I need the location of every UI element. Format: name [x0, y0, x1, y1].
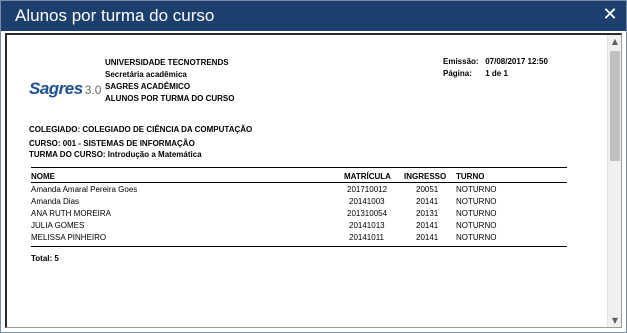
dialog-titlebar: Alunos por turma do curso ✕	[1, 1, 626, 31]
cell-nome: Amanda Amaral Pereira Goes	[31, 185, 138, 194]
col-header-turno: TURNO	[456, 172, 485, 181]
table-row: Amanda Amaral Pereira Goes 201710012 200…	[7, 185, 607, 197]
cell-turno: NOTURNO	[456, 221, 497, 230]
scroll-down-icon[interactable]: ▼	[608, 314, 621, 327]
dialog-title: Alunos por turma do curso	[15, 6, 215, 25]
pagina-value: 1 de 1	[485, 69, 508, 78]
cell-ingresso: 20141	[416, 221, 439, 230]
report-frame: Sagres 3.0 UNIVERSIDADE TECNOTRENDS Secre…	[5, 33, 622, 328]
cell-ingresso: 20141	[416, 233, 439, 242]
scrollbar-thumb[interactable]	[610, 51, 620, 161]
total-count: Total: 5	[31, 254, 59, 263]
pagina-row: Página: 1 de 1	[443, 68, 548, 80]
cell-nome: JULIA GOMES	[31, 221, 85, 230]
table-bottom-rule	[31, 246, 567, 247]
cell-matricula: 201310054	[347, 209, 388, 218]
university-name: UNIVERSIDADE TECNOTRENDS	[105, 58, 229, 67]
cell-turno: NOTURNO	[456, 197, 497, 206]
cell-turno: NOTURNO	[456, 209, 497, 218]
col-header-ingresso: INGRESSO	[404, 172, 447, 181]
report-header: UNIVERSIDADE TECNOTRENDS Secretária acad…	[105, 57, 234, 105]
cell-nome: Amanda Dias	[31, 197, 80, 206]
col-header-matricula: MATRÍCULA	[344, 172, 391, 181]
table-row: MELISSA PINHEIRO 20141011 20141 NOTURNO	[7, 233, 607, 245]
logo-version: 3.0	[84, 83, 102, 97]
report-dialog: Alunos por turma do curso ✕ Sagres 3.0 UN…	[0, 0, 627, 333]
cell-nome: ANA RUTH MOREIRA	[31, 209, 112, 218]
cell-ingresso: 20141	[416, 197, 439, 206]
pagina-label: Página:	[443, 69, 472, 78]
vertical-scrollbar[interactable]: ▲ ▼	[607, 35, 621, 327]
report-document: Sagres 3.0 UNIVERSIDADE TECNOTRENDS Secre…	[7, 35, 607, 327]
emissao-value: 07/08/2017 12:50	[485, 57, 548, 66]
cell-ingresso: 20051	[416, 185, 439, 194]
table-row: Amanda Dias 20141003 20141 NOTURNO	[7, 197, 607, 209]
emissao-label: Emissão:	[443, 57, 479, 66]
table-top-rule	[31, 167, 567, 168]
logo-name: Sagres	[29, 79, 83, 98]
cell-nome: MELISSA PINHEIRO	[31, 233, 107, 242]
department-name: Secretária acadêmica	[105, 70, 187, 79]
col-header-nome: NOME	[31, 172, 55, 181]
curso-line: CURSO: 001 - SISTEMAS DE INFORMAÇÃO	[29, 139, 195, 148]
system-name: SAGRES ACADÊMICO	[105, 82, 191, 91]
cell-matricula: 20141013	[349, 221, 385, 230]
cell-ingresso: 20131	[416, 209, 439, 218]
sagres-logo: Sagres 3.0	[29, 79, 101, 99]
close-icon[interactable]: ✕	[600, 5, 620, 25]
emissao-row: Emissão: 07/08/2017 12:50	[443, 56, 548, 68]
cell-turno: NOTURNO	[456, 233, 497, 242]
cell-turno: NOTURNO	[456, 185, 497, 194]
cell-matricula: 20141003	[349, 197, 385, 206]
table-row: ANA RUTH MOREIRA 201310054 20131 NOTURNO	[7, 209, 607, 221]
colegiado-line: COLEGIADO: COLEGIADO DE CIÊNCIA DA COMPU…	[29, 125, 253, 134]
table-row: JULIA GOMES 20141013 20141 NOTURNO	[7, 221, 607, 233]
turma-line: TURMA DO CURSO: Introdução a Matemática	[29, 150, 202, 159]
table-header-rule	[31, 182, 567, 183]
cell-matricula: 20141011	[349, 233, 384, 242]
cell-matricula: 201710012	[347, 185, 388, 194]
report-info: Emissão: 07/08/2017 12:50 Página: 1 de 1	[443, 56, 548, 80]
report-name: ALUNOS POR TURMA DO CURSO	[105, 94, 235, 103]
scroll-up-icon[interactable]: ▲	[608, 35, 621, 49]
